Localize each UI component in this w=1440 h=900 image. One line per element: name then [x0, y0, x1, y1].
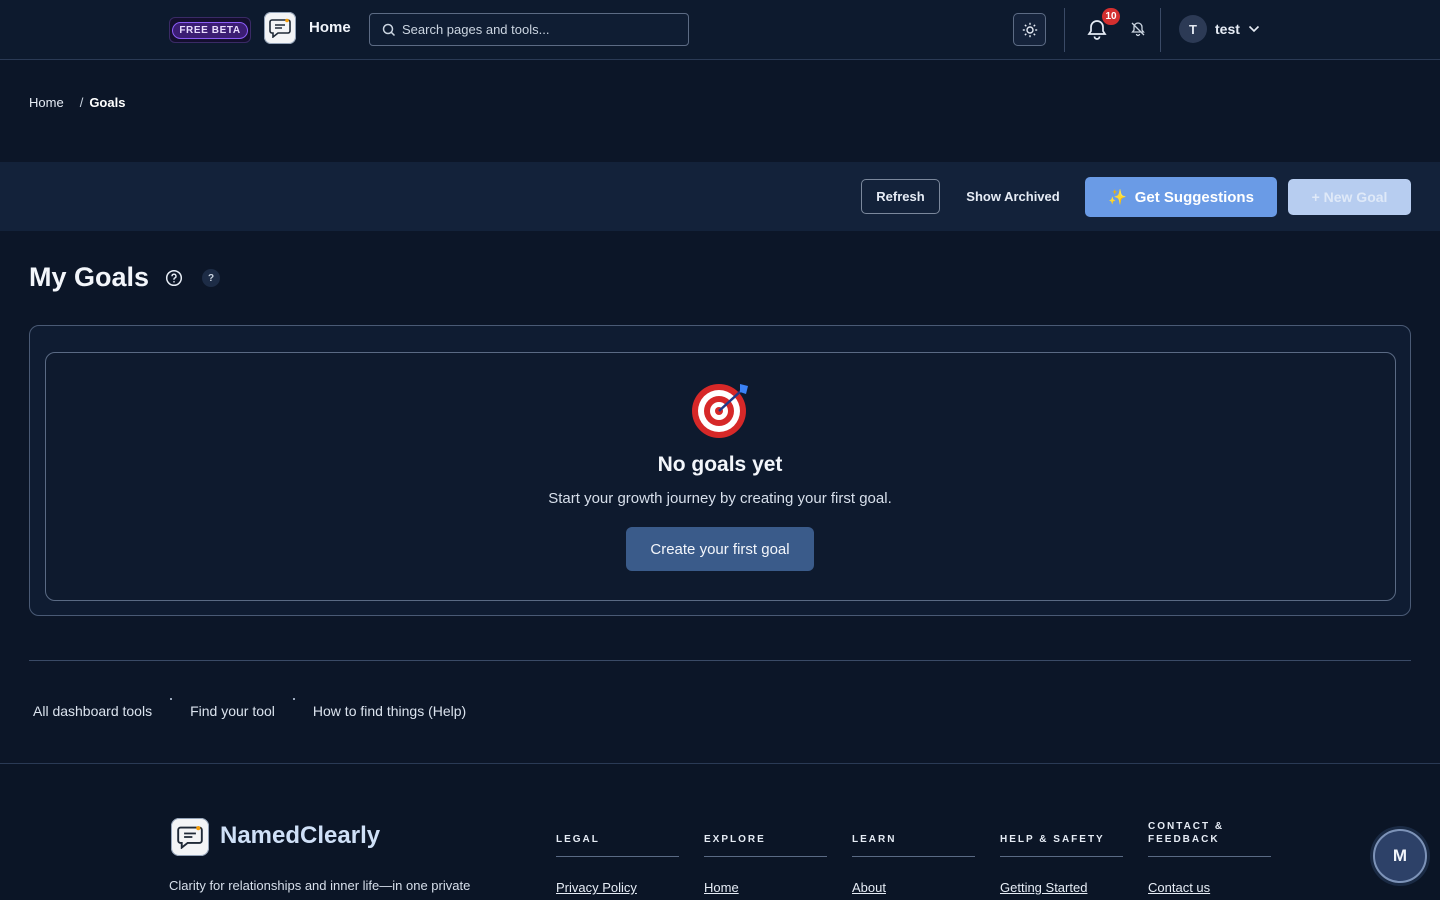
goals-action-bar: Refresh Show Archived ✨ Get Suggestions … [0, 162, 1440, 231]
floating-assistant-button[interactable]: M [1373, 829, 1427, 883]
search-placeholder: Search pages and tools... [402, 22, 550, 37]
breadcrumb-separator: / [79, 95, 84, 110]
footer-link-getting-started[interactable]: Getting Started [1000, 880, 1123, 895]
new-goal-button[interactable]: + New Goal [1288, 179, 1411, 215]
footer-column-learn: LEARN About [852, 820, 975, 895]
footer-column-legal: LEGAL Privacy Policy [556, 820, 679, 895]
quick-links: All dashboard tools Find your tool How t… [33, 698, 466, 719]
quick-link-all-tools[interactable]: All dashboard tools [33, 703, 152, 719]
footer-link-privacy-policy[interactable]: Privacy Policy [556, 880, 679, 895]
search-icon [382, 23, 396, 36]
footer-brand-name: NamedClearly [220, 822, 381, 849]
beta-badge-label: FREE BETA [172, 21, 248, 39]
user-menu[interactable]: T test [1179, 15, 1260, 43]
footer-logo-icon[interactable] [171, 818, 209, 856]
footer-column-heading: LEGAL [556, 820, 679, 857]
quick-link-help[interactable]: How to find things (Help) [313, 703, 466, 719]
sun-icon [1022, 22, 1037, 37]
link-separator [170, 698, 173, 700]
topbar-divider [1160, 8, 1161, 52]
home-link[interactable]: Home [309, 19, 351, 36]
bell-off-icon[interactable] [1130, 21, 1146, 37]
target-icon [692, 384, 748, 438]
help-badge[interactable]: ? [202, 269, 220, 287]
empty-state-title: No goals yet [657, 453, 783, 476]
page-title: My Goals [29, 262, 150, 292]
section-divider [29, 660, 1411, 661]
footer-column-heading: EXPLORE [704, 820, 827, 857]
footer-column-explore: EXPLORE Home [704, 820, 827, 895]
breadcrumb: Home / Goals [29, 95, 125, 110]
search-input[interactable]: Search pages and tools... [369, 13, 689, 46]
footer-column-heading: LEARN [852, 820, 975, 857]
footer-column-heading: CONTACT & FEEDBACK [1148, 820, 1271, 857]
footer-column-heading: HELP & SAFETY [1000, 820, 1123, 857]
footer-link-home[interactable]: Home [704, 880, 827, 895]
footer-tagline: Clarity for relationships and inner life… [169, 878, 471, 893]
top-bar: FREE BETA Home Search pages and tools... [0, 0, 1440, 60]
show-archived-button[interactable]: Show Archived [958, 179, 1068, 214]
create-first-goal-button[interactable]: Create your first goal [626, 527, 814, 571]
get-suggestions-button[interactable]: ✨ Get Suggestions [1085, 177, 1277, 217]
theme-toggle-button[interactable] [1013, 13, 1046, 46]
beta-badge: FREE BETA [169, 17, 251, 43]
chevron-down-icon [1248, 25, 1259, 33]
quick-link-find-tool[interactable]: Find your tool [190, 703, 275, 719]
footer-link-about[interactable]: About [852, 880, 975, 895]
link-separator [292, 698, 295, 700]
empty-state-subtitle: Start your growth journey by creating yo… [548, 490, 892, 507]
sparkles-icon: ✨ [1108, 189, 1127, 206]
footer-column-contact: CONTACT & FEEDBACK Contact us [1148, 820, 1271, 895]
breadcrumb-home-link[interactable]: Home [29, 95, 64, 110]
refresh-button[interactable]: Refresh [861, 179, 940, 214]
avatar: T [1179, 15, 1207, 43]
footer-column-help-safety: HELP & SAFETY Getting Started [1000, 820, 1123, 895]
user-name: test [1215, 21, 1240, 37]
notification-count-badge: 10 [1102, 8, 1120, 25]
help-circle-icon[interactable] [165, 269, 183, 287]
app-logo-icon[interactable] [264, 12, 296, 44]
breadcrumb-current: Goals [89, 95, 126, 110]
get-suggestions-label: Get Suggestions [1134, 188, 1254, 206]
footer-link-contact-us[interactable]: Contact us [1148, 880, 1271, 895]
topbar-divider [1064, 8, 1065, 52]
